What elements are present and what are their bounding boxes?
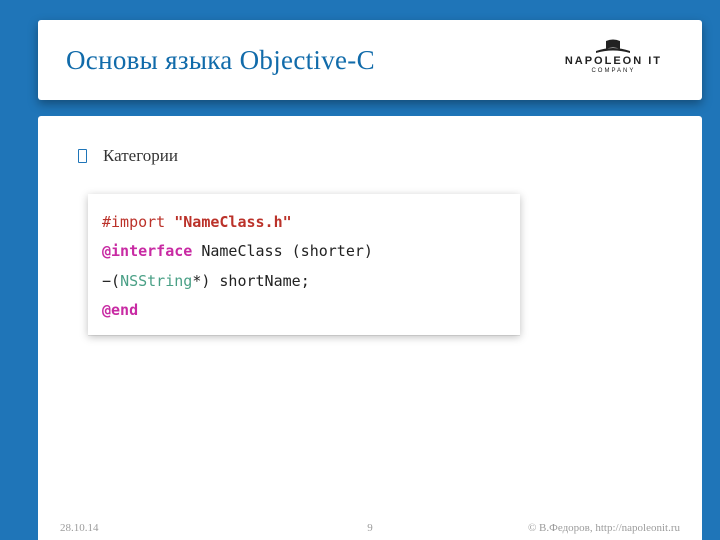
method-name: shortName [219, 272, 300, 290]
bullet-text: Категории [103, 146, 178, 166]
title-bar: Основы языка Objective-C NAPOLEON IT COM… [38, 20, 702, 100]
code-line-3: −(NSString*) shortName; [102, 267, 506, 296]
logo-text: NAPOLEON IT [565, 55, 662, 67]
code-line-2: @interface NameClass (shorter) [102, 237, 506, 266]
return-type: NSString [120, 272, 192, 290]
bullet-item: Категории [78, 146, 664, 166]
footer-date: 28.10.14 [60, 522, 99, 534]
hat-icon [594, 38, 632, 54]
brand-logo: NAPOLEON IT COMPANY [565, 38, 662, 74]
keyword-end: @end [102, 301, 138, 319]
slide-body: Категории #import "NameClass.h" @interfa… [38, 116, 702, 540]
keyword-interface: @interface [102, 242, 192, 260]
code-snippet: #import "NameClass.h" @interface NameCla… [88, 194, 520, 335]
footer-page: 9 [367, 522, 373, 534]
import-directive: #import [102, 213, 165, 231]
code-line-4: @end [102, 296, 506, 325]
class-name: NameClass [201, 242, 282, 260]
slide-footer: 28.10.14 9 © В.Федоров, http://napoleoni… [38, 522, 702, 534]
category-name: (shorter) [292, 242, 373, 260]
logo-subtitle: COMPANY [565, 68, 662, 74]
footer-copyright: © В.Федоров, http://napoleonit.ru [528, 522, 680, 534]
import-file: "NameClass.h" [174, 213, 291, 231]
code-line-1: #import "NameClass.h" [102, 208, 506, 237]
bullet-marker-icon [78, 149, 87, 163]
slide-title: Основы языка Objective-C [66, 45, 375, 76]
